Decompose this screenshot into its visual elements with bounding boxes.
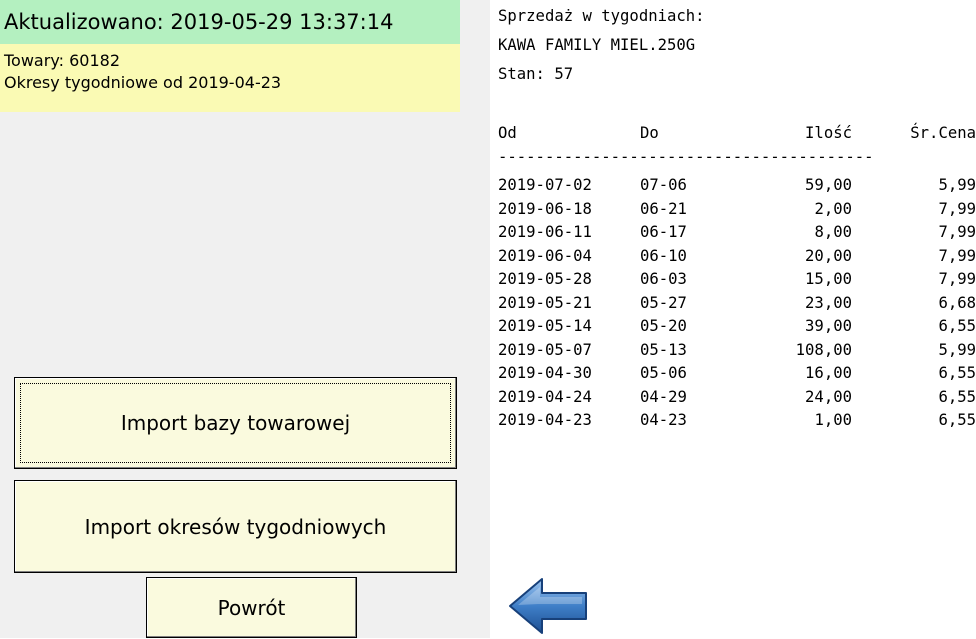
table-row: 2019-05-21 05-27 23,00 6,68	[498, 292, 976, 316]
column-header-avg-price: Śr.Cena	[910, 124, 976, 142]
column-header-from: Od	[498, 124, 517, 142]
sales-report-panel: Sprzedaż w tygodniach: KAWA FAMILY MIEL.…	[498, 0, 976, 638]
cell-to: 07-06	[640, 176, 687, 194]
table-row: 2019-06-11 06-17 8,00 7,99	[498, 221, 976, 245]
column-header-quantity: Ilość	[805, 124, 852, 142]
product-name: KAWA FAMILY MIEL.250G	[498, 36, 696, 54]
cell-avg-price: 6,55	[938, 411, 976, 429]
cell-to: 06-03	[640, 270, 687, 288]
table-row: 2019-06-18 06-21 2,00 7,99	[498, 198, 976, 222]
header-separator: ----------------------------------------	[498, 148, 874, 166]
cell-quantity: 1,00	[814, 411, 852, 429]
cell-quantity: 39,00	[805, 317, 852, 335]
left-arrow-icon	[509, 578, 587, 634]
cell-avg-price: 5,99	[938, 340, 976, 359]
back-arrow-icon[interactable]	[508, 577, 588, 635]
cell-to: 05-20	[640, 317, 687, 335]
cell-quantity: 8,00	[814, 223, 852, 241]
cell-from: 2019-06-18	[498, 199, 592, 218]
report-heading: Sprzedaż w tygodniach:	[498, 7, 705, 25]
cell-to: 04-23	[640, 411, 687, 429]
cell-from: 2019-06-11	[498, 223, 592, 241]
table-header: Od Do Ilość Śr.Cena	[498, 122, 976, 144]
cell-quantity: 2,00	[814, 199, 852, 218]
table-row: 2019-05-07 05-13 108,00 5,99	[498, 339, 976, 363]
cell-from: 2019-04-30	[498, 364, 592, 382]
cell-to: 05-06	[640, 364, 687, 382]
cell-to: 05-13	[640, 340, 687, 359]
table-row: 2019-06-04 06-10 20,00 7,99	[498, 245, 976, 269]
cell-avg-price: 7,99	[938, 246, 976, 265]
cell-to: 06-10	[640, 246, 687, 265]
cell-from: 2019-05-07	[498, 340, 592, 359]
table-row: 2019-07-02 07-06 59,00 5,99	[498, 174, 976, 198]
week-periods-info: Okresy tygodniowe od 2019-04-23	[4, 73, 282, 92]
cell-avg-price: 6,55	[938, 387, 976, 406]
cell-from: 2019-05-14	[498, 317, 592, 335]
cell-avg-price: 7,99	[938, 270, 976, 288]
cell-from: 2019-04-24	[498, 387, 592, 406]
table-row: 2019-04-23 04-23 1,00 6,55	[498, 409, 976, 433]
cell-to: 04-29	[640, 387, 687, 406]
import-week-periods-label: Import okresów tygodniowych	[84, 514, 387, 539]
table-row: 2019-04-30 05-06 16,00 6,55	[498, 362, 976, 386]
cell-avg-price: 6,68	[938, 293, 976, 312]
table-row: 2019-05-28 06-03 15,00 7,99	[498, 268, 976, 292]
column-header-to: Do	[640, 124, 659, 142]
import-goods-database-button[interactable]: Import bazy towarowej	[14, 377, 457, 469]
cell-avg-price: 7,99	[938, 223, 976, 241]
cell-quantity: 59,00	[805, 176, 852, 194]
left-panel: Aktualizowano: 2019-05-29 13:37:14 Towar…	[0, 0, 490, 638]
cell-quantity: 108,00	[795, 340, 852, 359]
cell-quantity: 15,00	[805, 270, 852, 288]
cell-quantity: 20,00	[805, 246, 852, 265]
back-button[interactable]: Powrót	[146, 577, 357, 638]
cell-quantity: 24,00	[805, 387, 852, 406]
cell-avg-price: 7,99	[938, 199, 976, 218]
info-box: Towary: 60182 Okresy tygodniowe od 2019-…	[0, 44, 460, 112]
back-button-label: Powrót	[217, 595, 286, 620]
import-week-periods-button[interactable]: Import okresów tygodniowych	[14, 480, 457, 573]
goods-count: Towary: 60182	[4, 51, 120, 70]
cell-to: 06-21	[640, 199, 687, 218]
cell-quantity: 23,00	[805, 293, 852, 312]
cell-from: 2019-06-04	[498, 246, 592, 265]
cell-quantity: 16,00	[805, 364, 852, 382]
cell-avg-price: 6,55	[938, 317, 976, 335]
cell-from: 2019-05-28	[498, 270, 592, 288]
cell-avg-price: 5,99	[938, 176, 976, 194]
import-goods-database-label: Import bazy towarowej	[120, 411, 351, 435]
cell-from: 2019-05-21	[498, 293, 592, 312]
last-updated-status: Aktualizowano: 2019-05-29 13:37:14	[0, 0, 460, 44]
cell-to: 06-17	[640, 223, 687, 241]
cell-from: 2019-04-23	[498, 411, 592, 429]
stock-level: Stan: 57	[498, 65, 574, 83]
cell-to: 05-27	[640, 293, 687, 312]
table-row: 2019-05-14 05-20 39,00 6,55	[498, 315, 976, 339]
table-row: 2019-04-24 04-29 24,00 6,55	[498, 386, 976, 410]
cell-from: 2019-07-02	[498, 176, 592, 194]
cell-avg-price: 6,55	[938, 364, 976, 382]
sales-table-body: 2019-07-02 07-06 59,00 5,99 2019-06-18 06-21 2…	[498, 174, 976, 433]
